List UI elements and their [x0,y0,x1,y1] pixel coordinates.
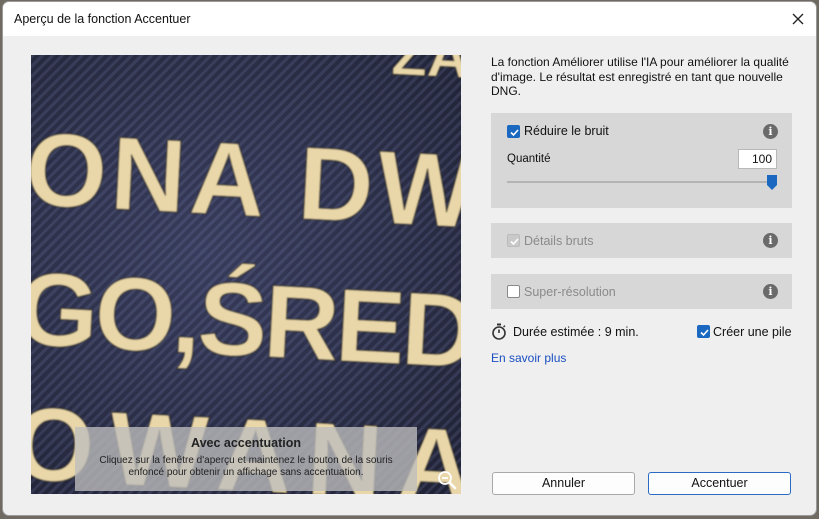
raw-details-label: Détails bruts [524,234,594,248]
checkmark-icon [510,129,519,137]
denoise-label: Réduire le bruit [524,124,609,138]
raw-details-panel: Détails bruts i [491,223,792,258]
zoom-out-icon [438,471,457,490]
quantity-label: Quantité [507,153,551,165]
overlay-title: Avec accentuation [191,436,301,450]
super-resolution-checkbox[interactable] [507,285,520,298]
super-resolution-panel: Super-résolution i [491,274,792,309]
learn-more-link[interactable]: En savoir plus [491,351,566,365]
zoom-out-button[interactable] [436,469,458,491]
title-bar: Aperçu de la fonction Accentuer [3,2,816,36]
overlay-body: Cliquez sur la fenêtre d'aperçu et maint… [99,455,393,478]
enhance-button[interactable]: Accentuer [648,472,791,495]
quantity-input[interactable]: 100 [738,149,777,169]
preview-top-line: ZA [390,55,461,91]
preview-image[interactable]: ZA ONA DW GO,ŚRED OWANA Avec accentuatio… [31,55,461,494]
quantity-slider[interactable] [507,181,777,183]
create-stack-checkbox[interactable] [697,325,710,338]
stopwatch-icon [492,323,506,340]
super-resolution-label: Super-résolution [524,285,616,299]
duration-text: Durée estimée : 9 min. [513,325,639,339]
info-icon[interactable]: i [763,284,778,299]
preview-line-1: ONA DW [31,111,461,250]
info-icon[interactable]: i [763,124,778,139]
preview-line-2: GO,ŚRED [31,251,461,391]
raw-details-checkbox [507,234,520,247]
dialog-title: Aperçu de la fonction Accentuer [14,12,191,26]
denoise-panel: Réduire le bruit i Quantité 100 [491,113,792,208]
enhance-dialog: Aperçu de la fonction Accentuer ZA ONA D… [2,1,817,516]
close-button[interactable] [786,7,810,31]
cancel-button[interactable]: Annuler [492,472,635,495]
denoise-checkbox[interactable] [507,125,520,138]
preview-overlay: Avec accentuation Cliquez sur la fenêtre… [75,427,417,491]
info-icon[interactable]: i [763,233,778,248]
checkmark-icon [700,329,709,337]
checkmark-icon [510,238,519,246]
create-stack-label: Créer une pile [713,325,792,339]
slider-thumb[interactable] [767,175,777,190]
description-text: La fonction Améliorer utilise l'IA pour … [491,55,789,98]
close-icon [792,13,804,25]
